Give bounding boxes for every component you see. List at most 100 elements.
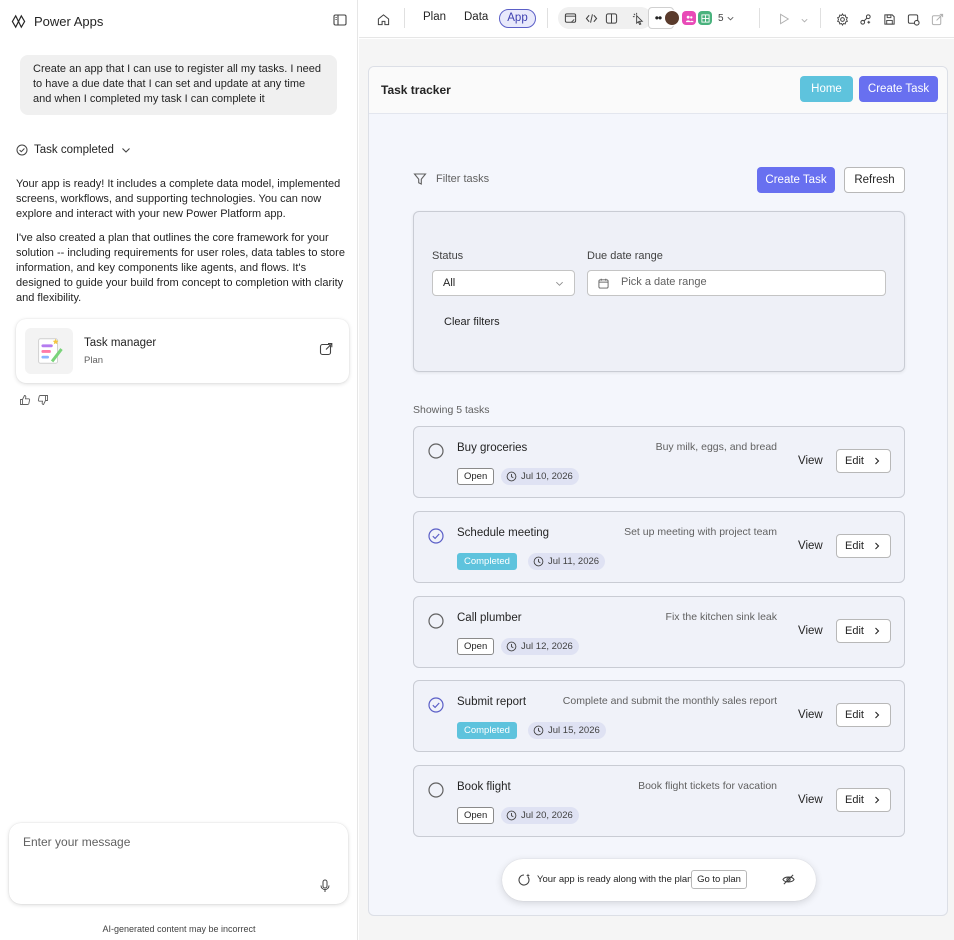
task-card[interactable]: Call plumber Fix the kitchen sink leak Ope… xyxy=(413,595,905,668)
pointer-select-icon[interactable] xyxy=(631,11,645,25)
edit-label: Edit xyxy=(845,794,864,806)
app-name: Power Apps xyxy=(34,13,104,29)
due-date-badge: Jul 11, 2026 xyxy=(528,552,606,570)
refresh-button[interactable]: Refresh xyxy=(844,167,905,193)
status-dropdown[interactable]: All xyxy=(432,270,575,296)
view-button[interactable]: View xyxy=(798,794,823,806)
thumbs-up-icon[interactable] xyxy=(19,394,31,406)
header-create-task-button[interactable]: Create Task xyxy=(859,76,938,102)
chevron-down-icon xyxy=(120,144,132,156)
chevron-right-icon xyxy=(873,542,881,550)
check-circle-icon xyxy=(16,144,28,156)
chevron-down-icon xyxy=(726,14,735,23)
clock-icon xyxy=(506,471,517,482)
save-icon[interactable] xyxy=(882,12,896,26)
date-range-input[interactable] xyxy=(621,276,871,288)
due-date-text: Jul 12, 2026 xyxy=(521,640,573,652)
date-range-picker[interactable] xyxy=(587,270,886,296)
checked-circle-icon[interactable] xyxy=(428,528,444,544)
user-avatar xyxy=(664,10,680,26)
filter-label: Filter tasks xyxy=(436,173,490,185)
unchecked-circle-icon[interactable] xyxy=(428,612,444,629)
app-canvas: Task tracker Home Create Task Filter tas… xyxy=(359,39,954,940)
plan-card[interactable]: Task manager Plan xyxy=(16,319,349,383)
tab-app[interactable]: App xyxy=(499,9,536,28)
play-icon[interactable] xyxy=(777,12,791,26)
checked-circle-icon[interactable] xyxy=(428,697,444,713)
plan-subtitle: Plan xyxy=(84,355,104,366)
view-button[interactable]: View xyxy=(798,540,823,552)
edit-button[interactable]: Edit xyxy=(836,533,891,558)
view-button[interactable]: View xyxy=(798,625,823,637)
task-card[interactable]: Schedule meeting Set up meeting with proj… xyxy=(413,510,905,583)
clock-icon xyxy=(506,810,517,821)
status-badge: Completed xyxy=(457,722,517,740)
task-card[interactable]: Book flight Book flight tickets for vacat… xyxy=(413,765,905,837)
task-description: Complete and submit the monthly sales re… xyxy=(562,695,777,708)
due-date-text: Jul 10, 2026 xyxy=(521,471,573,482)
collaborators[interactable]: •• 5 xyxy=(648,7,735,29)
unchecked-circle-icon[interactable] xyxy=(428,782,444,798)
plan-thumbnail-icon xyxy=(25,328,73,374)
toolbar-divider xyxy=(547,8,548,28)
open-external-icon[interactable] xyxy=(319,342,333,356)
filter-toggle[interactable]: Filter tasks xyxy=(413,172,489,186)
sidebar-toggle-icon[interactable] xyxy=(333,13,347,27)
clock-icon xyxy=(533,556,544,567)
status-badge: Open xyxy=(457,637,495,655)
share-icon[interactable] xyxy=(930,12,944,26)
table-app-icon xyxy=(698,11,712,25)
status-filter-label: Status xyxy=(432,250,464,262)
more-options-icon[interactable]: •• xyxy=(648,7,680,29)
task-card[interactable]: Submit report Complete and submit the mon… xyxy=(413,680,905,753)
status-badge: Open xyxy=(457,468,495,485)
thumbs-down-icon[interactable] xyxy=(37,394,49,406)
chevron-down-icon xyxy=(555,279,564,288)
settings-gear-icon[interactable] xyxy=(835,12,849,26)
microphone-icon[interactable] xyxy=(319,879,331,893)
edit-button[interactable]: Edit xyxy=(836,788,891,812)
date-range-label: Due date range xyxy=(587,250,663,262)
due-date-text: Jul 15, 2026 xyxy=(548,725,600,737)
home-icon[interactable] xyxy=(376,12,390,26)
clear-filters-button[interactable]: Clear filters xyxy=(444,316,500,328)
chevron-down-icon[interactable] xyxy=(797,13,811,27)
chat-panel: Power Apps Create an app that I can use … xyxy=(0,0,358,940)
edit-button[interactable]: Edit xyxy=(836,618,891,643)
task-card[interactable]: Buy groceries Buy milk, eggs, and bread Op… xyxy=(413,426,905,498)
due-date-badge: Jul 20, 2026 xyxy=(501,807,579,824)
go-to-plan-button[interactable]: Go to plan xyxy=(691,870,747,889)
task-count-text: Showing 5 tasks xyxy=(413,404,490,416)
task-title: Buy groceries xyxy=(457,442,528,454)
publish-icon[interactable] xyxy=(906,12,920,26)
tab-plan[interactable]: Plan xyxy=(423,11,446,23)
eye-off-icon[interactable] xyxy=(782,873,795,886)
chevron-right-icon xyxy=(873,796,881,804)
connections-icon[interactable] xyxy=(858,12,872,26)
filter-icon xyxy=(413,172,427,186)
toast-message: Your app is ready along with the plan xyxy=(537,874,693,885)
edit-button[interactable]: Edit xyxy=(836,703,891,728)
app-title: Task tracker xyxy=(381,83,451,97)
home-button[interactable]: Home xyxy=(800,76,853,102)
code-icon[interactable] xyxy=(584,11,598,25)
view-button[interactable]: View xyxy=(798,455,823,467)
unchecked-circle-icon[interactable] xyxy=(428,443,444,459)
toolbar-divider xyxy=(820,8,821,28)
edit-label: Edit xyxy=(845,539,864,552)
preview-screen-icon[interactable] xyxy=(563,11,577,25)
plan-ready-toast: Your app is ready along with the plan Go… xyxy=(502,859,816,901)
message-input[interactable] xyxy=(23,835,303,849)
sparkle-icon xyxy=(517,873,531,887)
app-header: Task tracker Home Create Task xyxy=(369,67,947,114)
create-task-button[interactable]: Create Task xyxy=(757,167,835,193)
edit-button[interactable]: Edit xyxy=(836,449,891,473)
toolbar-divider xyxy=(404,8,405,28)
split-view-icon[interactable] xyxy=(604,11,618,25)
task-title: Submit report xyxy=(457,696,527,709)
view-button[interactable]: View xyxy=(798,709,823,721)
tab-data[interactable]: Data xyxy=(464,11,488,23)
task-status-toggle[interactable]: Task completed xyxy=(16,144,132,156)
response-paragraph: I've also created a plan that outlines t… xyxy=(16,232,345,304)
due-date-text: Jul 11, 2026 xyxy=(548,555,600,567)
